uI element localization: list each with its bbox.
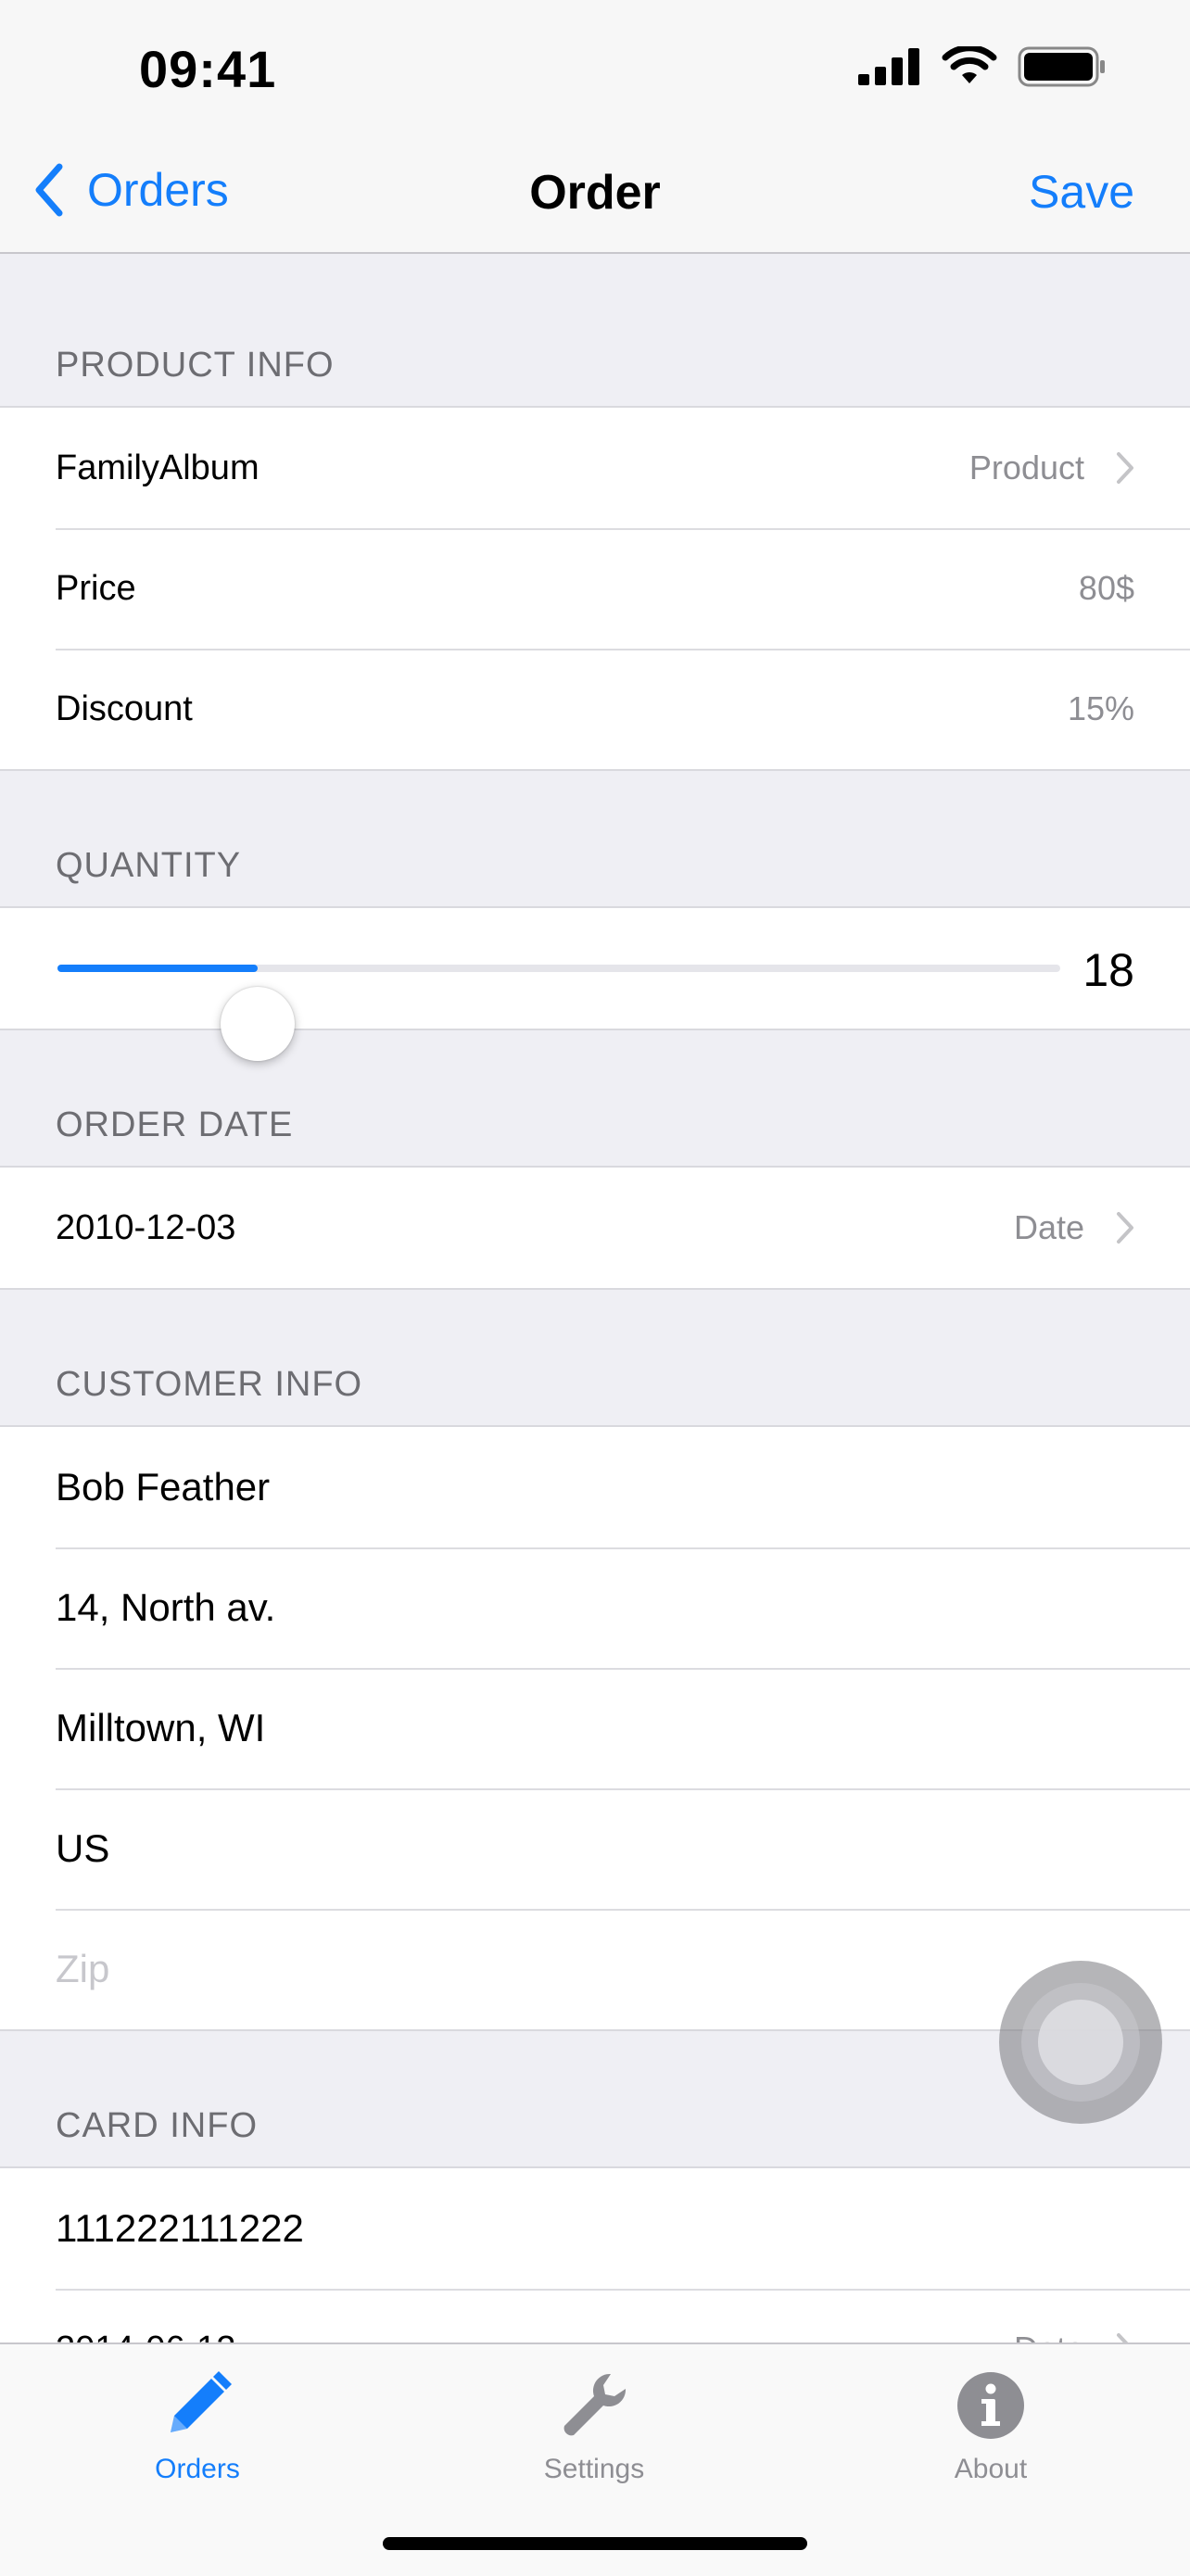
tab-about[interactable]: About	[870, 2361, 1111, 2485]
product-detail: Product	[968, 448, 1084, 486]
chevron-right-icon	[1117, 2333, 1129, 2342]
order-date-detail: Date	[1013, 1208, 1084, 1246]
product-row[interactable]: FamilyAlbum Product	[0, 408, 1190, 528]
price-label: Price	[56, 568, 136, 608]
chevron-right-icon	[1117, 452, 1133, 484]
customer-name: Bob Feather	[56, 1465, 271, 1509]
discount-row[interactable]: Discount 15%	[0, 649, 1190, 769]
pencil-icon	[171, 2371, 232, 2432]
assistive-touch-button[interactable]	[999, 1961, 1162, 2124]
section-header-customer-info: CUSTOMER INFO	[56, 1365, 363, 1404]
chevron-right-icon	[1117, 1212, 1133, 1244]
section-header-order-date: ORDER DATE	[56, 1105, 294, 1144]
order-date-row[interactable]: 2010-12-03 Date	[0, 1168, 1190, 1288]
product-info-group: FamilyAlbum Product Price 80$ Discount 1…	[0, 406, 1190, 771]
quantity-value: 18	[1082, 944, 1134, 996]
quantity-slider-row: 18	[0, 908, 1190, 1061]
slider-thumb[interactable]	[221, 987, 296, 1061]
quantity-group: 18	[0, 906, 1190, 1061]
card-number-field[interactable]: 111222111222	[0, 2168, 1190, 2289]
slider-fill	[57, 965, 259, 972]
customer-address: 14, North av.	[56, 1585, 276, 1629]
customer-city-field[interactable]: Milltown, WI	[0, 1668, 1190, 1788]
save-button[interactable]: Save	[1029, 165, 1134, 219]
price-row[interactable]: Price 80$	[0, 528, 1190, 649]
navigation-bar: Orders Order Save	[0, 139, 1190, 254]
card-expiry-row[interactable]: 2014-06-12 Date	[0, 2289, 1190, 2342]
battery-icon	[1018, 46, 1105, 87]
status-time: 09:41	[139, 40, 277, 98]
price-value: 80$	[1078, 569, 1134, 607]
info-icon	[957, 2372, 1024, 2439]
zip-placeholder: Zip	[56, 1947, 110, 1990]
customer-country: US	[56, 1826, 110, 1870]
tab-label-about: About	[954, 2454, 1028, 2484]
section-header-quantity: QUANTITY	[56, 846, 242, 885]
product-name: FamilyAlbum	[56, 448, 260, 487]
card-number: 111222111222	[56, 2206, 304, 2250]
order-date-group: 2010-12-03 Date	[0, 1166, 1190, 1290]
card-info-group: 111222111222 2014-06-12 Date	[0, 2166, 1190, 2342]
assistive-touch-center	[1038, 2000, 1123, 2085]
card-expiry: 2014-06-12	[56, 2330, 235, 2343]
section-header-product-info: PRODUCT INFO	[56, 346, 335, 385]
signal-icon	[858, 48, 919, 85]
tab-orders[interactable]: Orders	[77, 2361, 318, 2485]
wrench-icon	[563, 2373, 627, 2436]
page-title: Order	[529, 166, 661, 220]
tab-label-orders: Orders	[155, 2454, 240, 2484]
customer-country-field[interactable]: US	[0, 1788, 1190, 1909]
quantity-slider[interactable]	[57, 965, 1060, 1061]
card-expiry-detail: Date	[1014, 2330, 1084, 2342]
customer-name-field[interactable]: Bob Feather	[0, 1427, 1190, 1547]
customer-info-group: Bob Feather 14, North av. Milltown, WI U…	[0, 1425, 1190, 2031]
discount-value: 15%	[1067, 689, 1134, 727]
order-date-value: 2010-12-03	[56, 1207, 236, 1247]
wifi-icon	[942, 46, 997, 83]
tab-settings[interactable]: Settings	[474, 2361, 715, 2485]
home-indicator	[383, 2537, 807, 2550]
status-bar: 09:41	[0, 0, 1190, 139]
status-icons	[858, 46, 1107, 87]
discount-label: Discount	[56, 688, 193, 728]
customer-city: Milltown, WI	[56, 1706, 266, 1749]
customer-address-field[interactable]: 14, North av.	[0, 1547, 1190, 1668]
tab-label-settings: Settings	[543, 2454, 645, 2484]
